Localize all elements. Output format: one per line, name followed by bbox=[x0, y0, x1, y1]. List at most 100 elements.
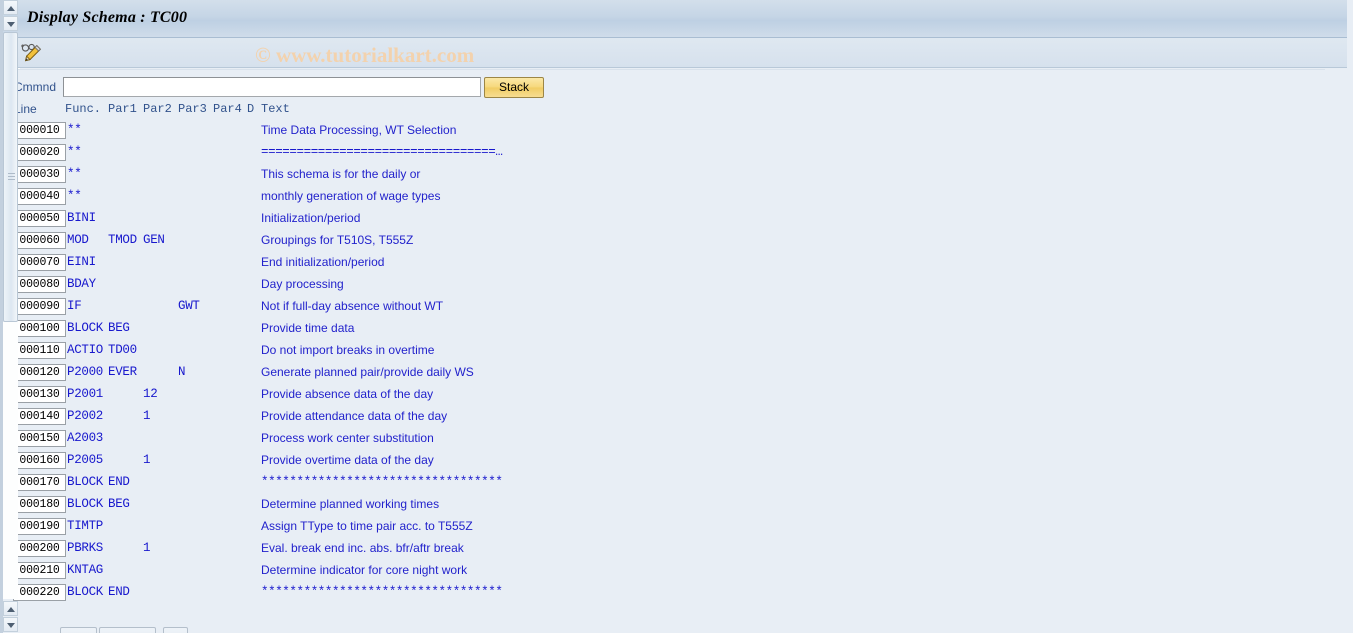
row-text: ********************************** bbox=[261, 475, 503, 489]
table-column-headers: Line Func. Par1 Par2 Par3 Par4 D Text bbox=[3, 102, 1325, 119]
row-line-number[interactable]: 000120 bbox=[13, 364, 66, 381]
row-line-number[interactable]: 000070 bbox=[13, 254, 66, 271]
row-text: Time Data Processing, WT Selection bbox=[261, 123, 457, 137]
table-row[interactable]: 000150 A2003 Process work center substitut… bbox=[3, 429, 1325, 451]
row-line-number[interactable]: 000130 bbox=[13, 386, 66, 403]
scroll-down-button-bottom[interactable] bbox=[3, 617, 18, 632]
table-row[interactable]: 000020 ** ================================… bbox=[3, 143, 1325, 165]
cut-off-button-3[interactable] bbox=[163, 627, 188, 633]
row-line-number[interactable]: 000210 bbox=[13, 562, 66, 579]
column-header-func: Func. bbox=[65, 102, 102, 116]
scroll-down-button[interactable] bbox=[3, 16, 18, 31]
scroll-down-arrow-icon-bottom bbox=[7, 623, 15, 628]
row-text: Process work center substitution bbox=[261, 431, 434, 445]
row-line-number[interactable]: 000080 bbox=[13, 276, 66, 293]
table-row[interactable]: 000110 ACTIO TD00 Do not import breaks in o… bbox=[3, 341, 1325, 363]
column-header-text: Text bbox=[261, 102, 290, 116]
row-line-number[interactable]: 000050 bbox=[13, 210, 66, 227]
row-text: Provide time data bbox=[261, 321, 355, 335]
row-text: Groupings for T510S, T555Z bbox=[261, 233, 414, 247]
row-par1: BEG bbox=[108, 497, 130, 511]
row-line-number[interactable]: 000090 bbox=[13, 298, 66, 315]
row-func: IF bbox=[67, 299, 82, 313]
table-row[interactable]: 000040 ** monthly generation of wage types bbox=[3, 187, 1325, 209]
row-line-number[interactable]: 000140 bbox=[13, 408, 66, 425]
page-title: Display Schema : TC00 bbox=[27, 9, 188, 26]
cut-off-button-2[interactable] bbox=[99, 627, 156, 633]
row-line-number[interactable]: 000010 bbox=[13, 122, 66, 139]
row-func: BLOCK bbox=[67, 475, 104, 489]
row-line-number[interactable]: 000200 bbox=[13, 540, 66, 557]
row-func: EINI bbox=[67, 255, 96, 269]
row-line-number[interactable]: 000020 bbox=[13, 144, 66, 161]
vertical-scrollbar[interactable] bbox=[3, 0, 20, 632]
row-text: Day processing bbox=[261, 277, 344, 291]
row-func: ** bbox=[67, 167, 82, 181]
row-func: ** bbox=[67, 123, 82, 137]
row-par2: GEN bbox=[143, 233, 165, 247]
table-row[interactable]: 000050 BINI Initialization/period bbox=[3, 209, 1325, 231]
scroll-up-button-bottom[interactable] bbox=[3, 601, 18, 616]
row-func: P2002 bbox=[67, 409, 104, 423]
command-label: Cmmnd bbox=[14, 80, 57, 94]
row-line-number[interactable]: 000220 bbox=[13, 584, 66, 601]
table-row[interactable]: 000170 BLOCK END **************************… bbox=[3, 473, 1325, 495]
table-row[interactable]: 000220 BLOCK END **************************… bbox=[3, 583, 1325, 605]
row-line-number[interactable]: 000150 bbox=[13, 430, 66, 447]
row-text: Initialization/period bbox=[261, 211, 361, 225]
row-par3: N bbox=[178, 365, 186, 379]
row-text: ********************************** bbox=[261, 585, 503, 599]
stack-button[interactable]: Stack bbox=[484, 77, 544, 98]
schema-content-panel: Cmmnd Stack Line Func. Par1 Par2 Par3 Pa… bbox=[3, 69, 1325, 633]
table-row[interactable]: 000180 BLOCK BEG Determine planned working … bbox=[3, 495, 1325, 517]
table-row[interactable]: 000060 MOD TMOD GEN Groupings for T510S, T55… bbox=[3, 231, 1325, 253]
application-window: Display Schema : TC00 © www.tutorialkart… bbox=[0, 0, 1353, 633]
bottom-button-strip bbox=[3, 621, 1325, 633]
row-func: MOD bbox=[67, 233, 89, 247]
row-line-number[interactable]: 000040 bbox=[13, 188, 66, 205]
row-func: P2000 bbox=[67, 365, 104, 379]
row-func: BLOCK bbox=[67, 585, 104, 599]
row-text: Determine planned working times bbox=[261, 497, 440, 511]
table-row[interactable]: 000100 BLOCK BEG Provide time data bbox=[3, 319, 1325, 341]
row-func: ACTIO bbox=[67, 343, 104, 357]
row-line-number[interactable]: 000160 bbox=[13, 452, 66, 469]
row-func: KNTAG bbox=[67, 563, 104, 577]
row-line-number[interactable]: 000110 bbox=[13, 342, 66, 359]
table-row[interactable]: 000200 PBRKS 1 Eval. break end inc. abs. bf… bbox=[3, 539, 1325, 561]
table-row[interactable]: 000120 P2000 EVER N Generate planned pair/pr… bbox=[3, 363, 1325, 385]
row-text: monthly generation of wage types bbox=[261, 189, 441, 203]
table-row[interactable]: 000010 ** Time Data Processing, WT Selecti… bbox=[3, 121, 1325, 143]
table-row[interactable]: 000070 EINI End initialization/period bbox=[3, 253, 1325, 275]
row-line-number[interactable]: 000030 bbox=[13, 166, 66, 183]
table-row[interactable]: 000190 TIMTP Assign TType to time pair acc… bbox=[3, 517, 1325, 539]
table-row[interactable]: 000130 P2001 12 Provide absence data of the… bbox=[3, 385, 1325, 407]
row-func: PBRKS bbox=[67, 541, 104, 555]
display-change-pencil-icon[interactable] bbox=[19, 42, 45, 64]
row-func: TIMTP bbox=[67, 519, 104, 533]
row-line-number[interactable]: 000060 bbox=[13, 232, 66, 249]
table-row[interactable]: 000080 BDAY Day processing bbox=[3, 275, 1325, 297]
command-input[interactable] bbox=[63, 77, 481, 97]
table-row[interactable]: 000210 KNTAG Determine indicator for core … bbox=[3, 561, 1325, 583]
row-par2: 1 bbox=[143, 453, 151, 467]
scrollbar-thumb[interactable] bbox=[3, 32, 18, 322]
table-row[interactable]: 000090 IF GWT Not if full-day absence witho… bbox=[3, 297, 1325, 319]
scrollbar-track[interactable] bbox=[3, 322, 18, 599]
row-text: Generate planned pair/provide daily WS bbox=[261, 365, 474, 379]
row-text: End initialization/period bbox=[261, 255, 385, 269]
row-func: ** bbox=[67, 189, 82, 203]
row-line-number[interactable]: 000190 bbox=[13, 518, 66, 535]
cut-off-button-1[interactable] bbox=[60, 627, 97, 633]
scroll-up-button[interactable] bbox=[3, 0, 18, 15]
table-row[interactable]: 000030 ** This schema is for the daily or bbox=[3, 165, 1325, 187]
table-row[interactable]: 000140 P2002 1 Provide attendance data of t… bbox=[3, 407, 1325, 429]
row-text: =================================… bbox=[261, 145, 503, 159]
column-header-par2: Par2 bbox=[143, 102, 172, 116]
row-line-number[interactable]: 000180 bbox=[13, 496, 66, 513]
table-row[interactable]: 000160 P2005 1 Provide overtime data of the… bbox=[3, 451, 1325, 473]
row-line-number[interactable]: 000100 bbox=[13, 320, 66, 337]
application-toolbar: © www.tutorialkart.com bbox=[3, 38, 1353, 68]
row-line-number[interactable]: 000170 bbox=[13, 474, 66, 491]
row-func: BDAY bbox=[67, 277, 96, 291]
